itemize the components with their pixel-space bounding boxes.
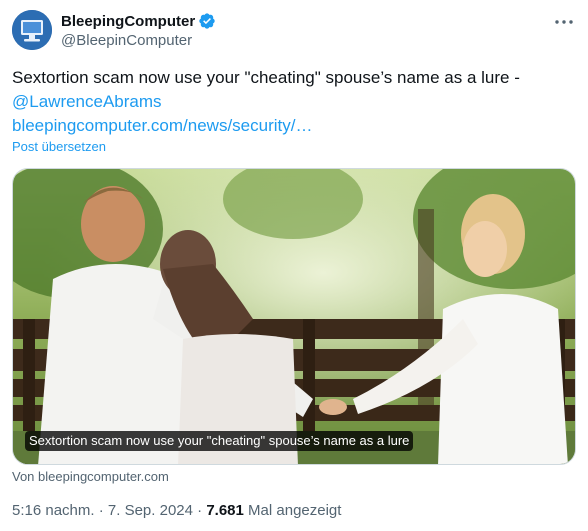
tweet-text-line: Sextortion scam now use your "cheating" …	[12, 68, 520, 87]
card-source[interactable]: Von bleepingcomputer.com	[12, 469, 169, 484]
tweet-text: Sextortion scam now use your "cheating" …	[12, 66, 576, 138]
display-name[interactable]: BleepingComputer	[61, 13, 195, 30]
tweet-meta: 5:16 nachm. · 7. Sep. 2024 · 7.681 Mal a…	[12, 502, 341, 519]
tweet-date[interactable]: 7. Sep. 2024	[108, 502, 193, 519]
meta-separator: ·	[94, 502, 108, 519]
avatar[interactable]	[12, 10, 52, 50]
more-horizontal-icon[interactable]	[552, 10, 576, 34]
verified-badge-icon	[198, 12, 216, 30]
tweet-header: BleepingComputer @BleepinComputer	[12, 10, 576, 54]
link-card[interactable]: Sextortion scam now use your "cheating" …	[12, 168, 576, 465]
views-count[interactable]: 7.681	[206, 502, 244, 519]
card-caption: Sextortion scam now use your "cheating" …	[25, 431, 414, 451]
tweet-time[interactable]: 5:16 nachm.	[12, 502, 95, 519]
card-image	[13, 169, 575, 464]
translate-post-link[interactable]: Post übersetzen	[12, 139, 106, 154]
article-url-link[interactable]: bleepingcomputer.com/news/security/…	[12, 114, 576, 138]
mention-link[interactable]: @LawrenceAbrams	[12, 90, 576, 114]
views-label: Mal angezeigt	[243, 502, 342, 519]
handle[interactable]: @BleepinComputer	[61, 32, 216, 49]
meta-separator: ·	[192, 502, 207, 519]
